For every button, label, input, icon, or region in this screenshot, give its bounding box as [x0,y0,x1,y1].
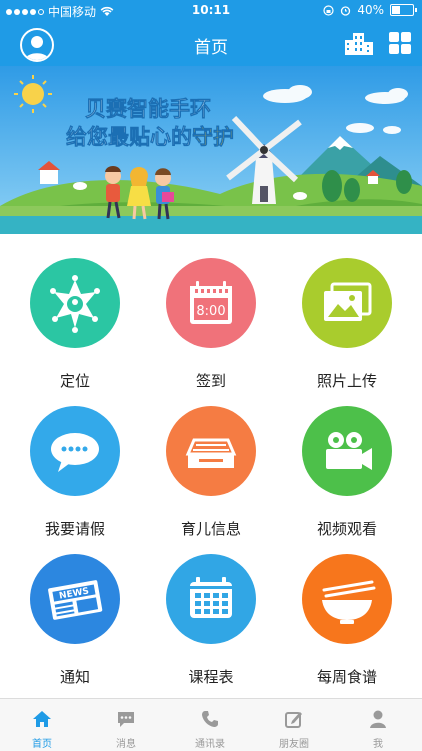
rotation-lock-icon [323,4,334,16]
buildings-icon[interactable] [344,31,374,55]
feature-label: 育儿信息 [180,520,241,538]
feature-photo-upload[interactable]: 照片上传 [277,258,417,391]
tab-me[interactable]: 我 [336,699,420,751]
chat-bubble-icon [30,406,120,496]
feature-label: 我要请假 [44,520,105,538]
feature-weekly-menu[interactable]: 每周食谱 [277,554,417,687]
feature-label: 定位 [59,372,90,390]
banner-illustration: 贝赛智能手环 给您最贴心的守护 [0,66,422,234]
tab-label: 朋友圈 [279,739,309,750]
svg-text:给您最贴心的守护: 给您最贴心的守护 [66,125,234,149]
video-camera-icon [302,406,392,496]
feature-label: 每周食谱 [316,668,377,686]
calendar-clock-icon: 8:00 [166,258,256,348]
tab-label: 我 [373,739,383,750]
feature-notice[interactable]: NEWS 通知 [5,554,145,687]
inbox-tray-icon [166,406,256,496]
locator-badge-icon [30,258,120,348]
tab-home[interactable]: 首页 [0,699,84,751]
message-icon [118,712,134,727]
tab-messages[interactable]: 消息 [84,699,168,751]
feature-timetable[interactable]: 课程表 [141,554,281,687]
feature-label: 视频观看 [316,520,377,538]
edit-icon [285,712,302,728]
tab-label: 首页 [32,739,52,750]
feature-leave-request[interactable]: 我要请假 [5,406,145,539]
feature-checkin[interactable]: 8:00 签到 [141,258,281,391]
feature-label: 照片上传 [316,372,377,390]
battery-icon [390,4,417,16]
tab-moments[interactable]: 朋友圈 [252,699,336,751]
feature-label: 签到 [195,372,226,390]
photos-icon [302,258,392,348]
feature-parenting-info[interactable]: 育儿信息 [141,406,281,539]
tab-label: 通讯录 [195,739,225,750]
tab-label: 消息 [116,739,136,750]
timetable-icon [166,554,256,644]
alarm-icon [341,5,351,16]
svg-text:8:00: 8:00 [196,304,225,319]
food-bowl-icon [302,554,392,644]
feature-location[interactable]: 定位 [5,258,145,391]
feature-label: 课程表 [188,668,234,686]
feature-label: 通知 [59,668,90,686]
newspaper-icon: NEWS [30,554,120,644]
home-icon [33,711,51,727]
bottom-tab-bar: 首页 消息 通讯录 朋友圈 我 [0,698,422,751]
promo-banner[interactable]: 贝赛智能手环 给您最贴心的守护 [0,66,422,234]
header: 首页 [0,22,422,66]
feature-video-watch[interactable]: 视频观看 [277,406,417,539]
grid-menu-icon[interactable] [388,31,412,55]
header-actions [344,31,412,55]
banner-line1: 贝赛智能手环 [85,97,211,121]
status-right: 40% [323,3,417,17]
status-bar: 中国移动 10:11 40% [0,0,422,22]
phone-icon [202,711,218,727]
battery-percent: 40% [357,3,384,17]
banner-line2-prefix: 给您最贴心的 [66,125,192,149]
person-icon [370,710,386,728]
tab-contacts[interactable]: 通讯录 [168,699,252,751]
banner-line2-highlight: 守护 [192,125,234,149]
